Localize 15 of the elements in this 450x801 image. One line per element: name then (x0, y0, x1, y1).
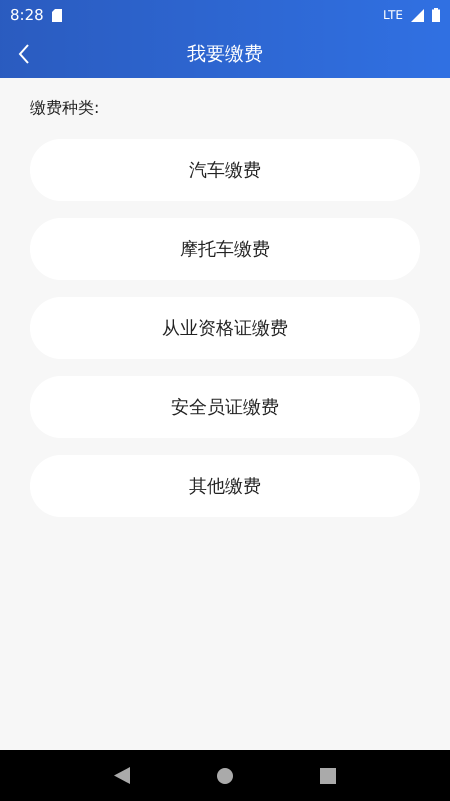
payment-option-button[interactable]: 汽车缴费 (30, 139, 420, 201)
section-label: 缴费种类: (30, 98, 100, 119)
status-time: 8:28 (10, 6, 44, 24)
signal-icon (411, 8, 424, 22)
sim-card-icon (52, 8, 62, 22)
payment-option-button[interactable]: 从业资格证缴费 (30, 297, 420, 359)
home-icon[interactable] (216, 768, 233, 784)
payment-option-button[interactable]: 其他缴费 (30, 455, 420, 517)
back-icon[interactable] (114, 767, 130, 784)
payment-option-button[interactable]: 摩托车缴费 (30, 218, 420, 280)
battery-icon (432, 8, 440, 22)
page-title: 我要缴费 (187, 42, 263, 67)
recents-icon[interactable] (320, 768, 336, 784)
network-label: LTE (383, 8, 403, 22)
payment-option-button[interactable]: 安全员证缴费 (30, 376, 420, 438)
